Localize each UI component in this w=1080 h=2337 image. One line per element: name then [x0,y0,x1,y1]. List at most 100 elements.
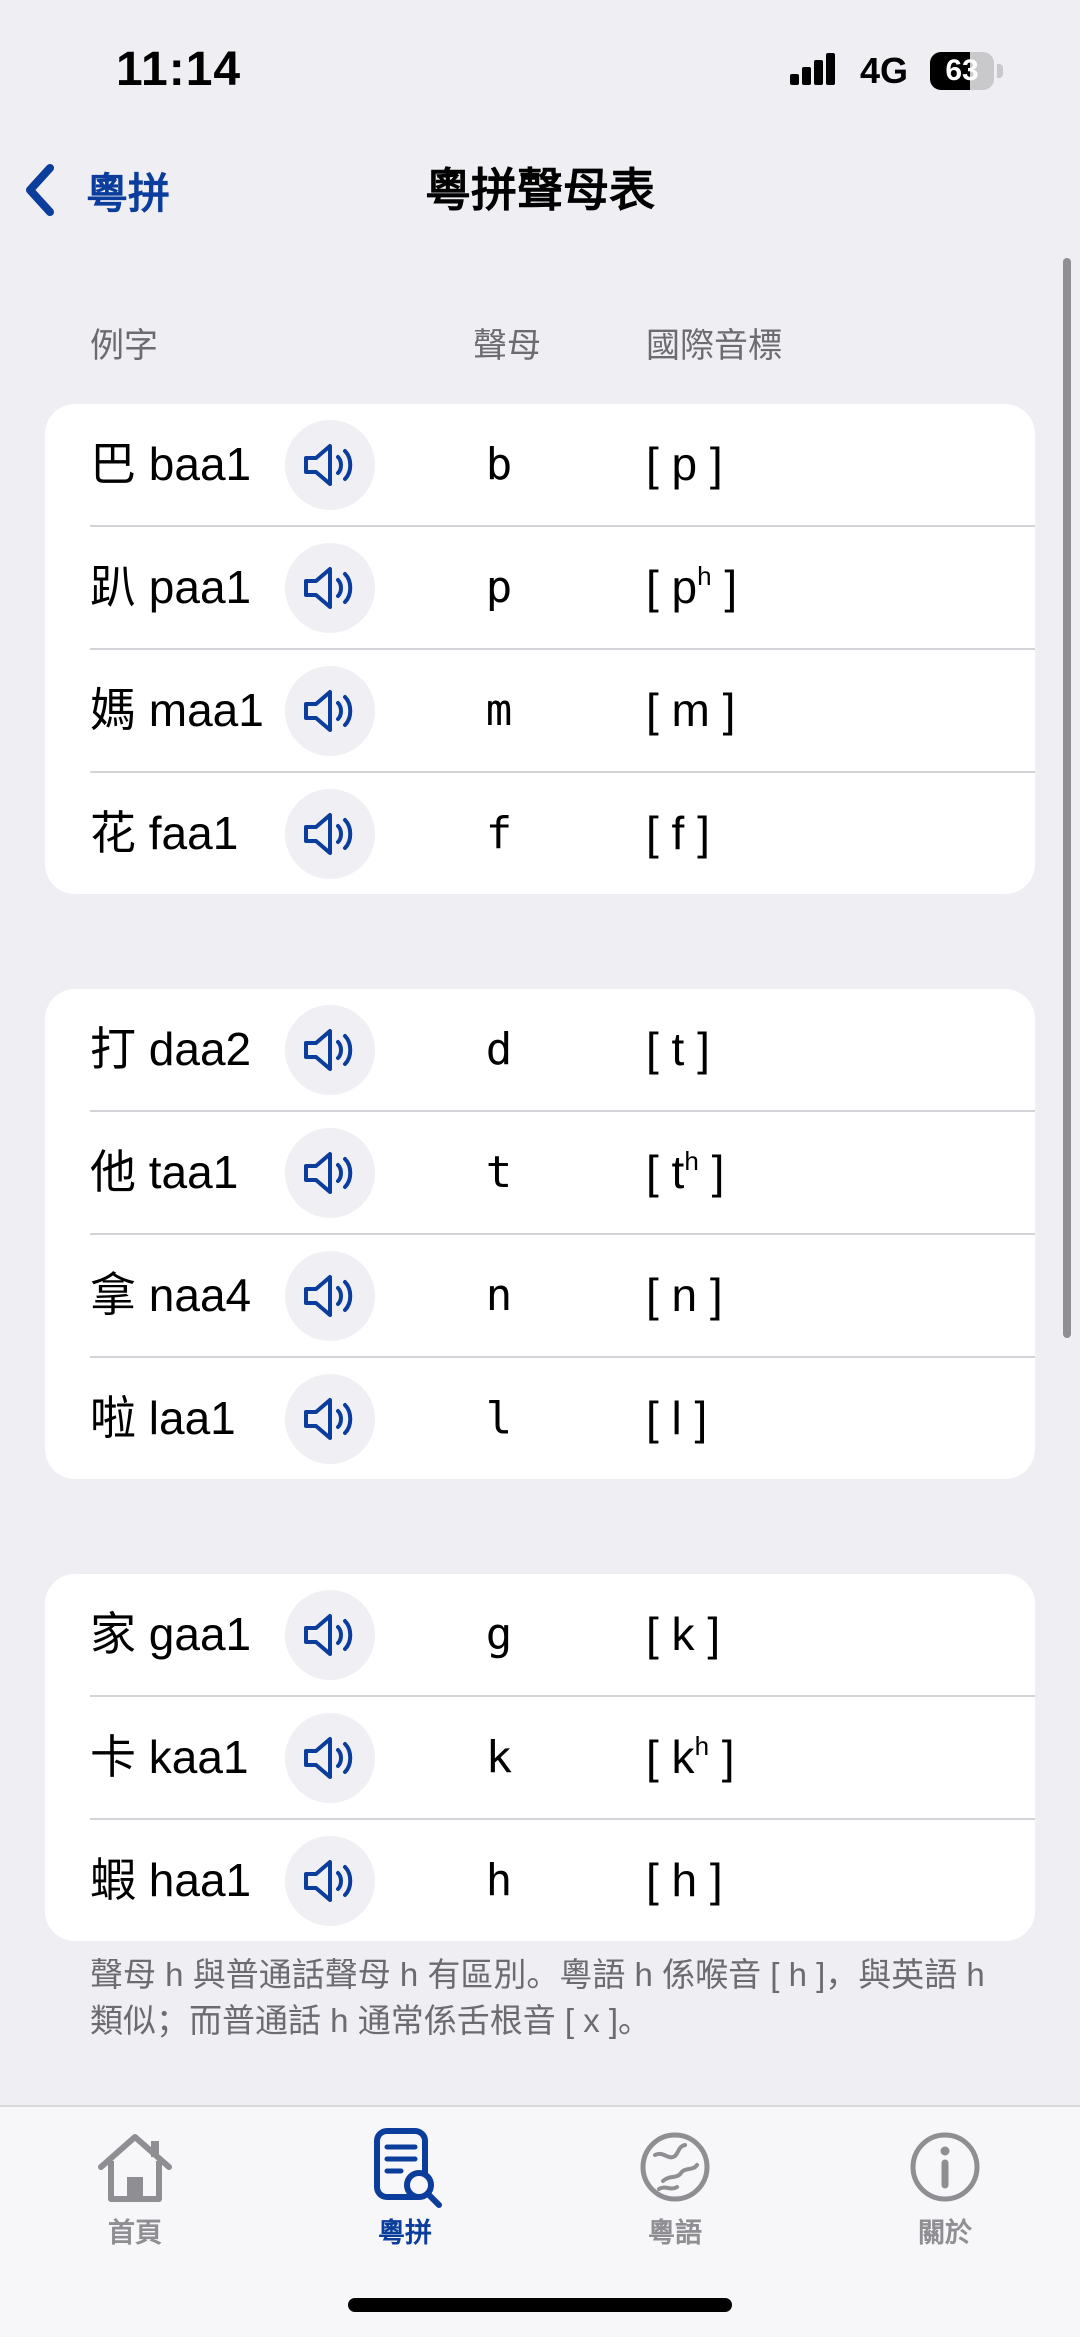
example-word: 媽 maa1 [90,684,264,736]
play-sound-button[interactable] [285,666,375,756]
network-type: 4G [860,50,909,91]
ipa-transcription: [ n ] [646,1235,723,1356]
ipa-text: [ k ] [646,1608,721,1660]
ipa-text: [ t [646,1146,685,1198]
house-icon [98,2134,172,2202]
initial-symbol: n [485,1270,513,1321]
initial-row: 他 taa1 t [ th ] [90,1110,1035,1233]
initial-symbol: p [485,562,513,613]
play-sound-button[interactable] [285,1128,375,1218]
initial-row: 啦 laa1 l [ l ] [90,1356,1035,1479]
tab-home[interactable]: 首頁 [55,2125,215,2250]
speaker-icon [304,1614,353,1656]
example-word: 他 taa1 [90,1146,239,1198]
tab-cantonese[interactable]: 粵語 [595,2125,755,2250]
ipa-transcription: [ h ] [646,1820,723,1941]
play-sound-button[interactable] [285,1251,375,1341]
document-search-icon [374,2128,442,2208]
ipa-text: [ l ] [646,1392,708,1444]
aspiration-mark: h [684,1146,699,1176]
tab-about[interactable]: 關於 [865,2125,1025,2250]
speaker-icon [304,1737,353,1779]
initial-row: 卡 kaa1 k [ kh ] [90,1695,1035,1818]
ipa-close-bracket: ] [711,561,738,613]
example-word: 家 gaa1 [90,1608,252,1660]
screen: 11:14 4G 63 粵拼 粵拼聲母表 例字 聲母 國際音標 巴 baa1 b [… [0,0,1080,2337]
play-sound-button[interactable] [285,1836,375,1926]
home-indicator[interactable] [348,2298,732,2312]
speaker-icon [304,1029,353,1071]
ipa-text: [ p ] [646,438,723,490]
example-word: 卡 kaa1 [90,1731,249,1783]
play-sound-button[interactable] [285,1005,375,1095]
ipa-transcription: [ l ] [646,1358,707,1479]
aspiration-mark: h [694,1731,710,1761]
ipa-transcription: [ ph ] [646,527,737,648]
scrollbar[interactable] [1063,258,1071,1338]
ipa-text: [ f ] [646,807,710,859]
speaker-icon [304,444,353,486]
play-sound-button[interactable] [285,1713,375,1803]
speaker-icon [304,690,353,732]
initial-symbol: g [485,1609,513,1660]
play-sound-button[interactable] [285,1590,375,1680]
ipa-transcription: [ th ] [646,1112,724,1233]
speaker-icon [304,1860,353,1902]
speaker-icon [304,813,353,855]
ipa-text: [ h ] [646,1854,723,1906]
status-bar: 11:14 4G 63 [0,0,1080,150]
ipa-text: [ m ] [646,684,736,736]
tab-cantonese-label: 粵語 [648,2218,702,2248]
ipa-text: [ t ] [646,1023,710,1075]
initial-symbol: f [485,808,513,859]
speaker-icon [304,1275,353,1317]
tab-jyutping-label: 粵拼 [378,2218,432,2248]
ipa-text: [ k [646,1731,695,1783]
initials-group: 巴 baa1 b [ p ] 趴 paa1 p [ ph ] 媽 maa1 m [ m ] 花 f… [45,404,1035,894]
ipa-transcription: [ t ] [646,989,710,1110]
tab-jyutping[interactable]: 粵拼 [325,2125,485,2250]
initial-symbol: m [485,685,513,736]
speaker-icon [304,1152,353,1194]
play-sound-button[interactable] [285,420,375,510]
info-icon [910,2132,980,2202]
initial-row: 趴 paa1 p [ ph ] [90,525,1035,648]
play-sound-button[interactable] [285,1374,375,1464]
tab-home-label: 首頁 [108,2218,162,2248]
speaker-icon [304,567,353,609]
ipa-transcription: [ kh ] [646,1697,735,1818]
status-time: 11:14 [116,43,242,96]
initials-group: 打 daa2 d [ t ] 他 taa1 t [ th ] 拿 naa4 n [ n ] 啦 l… [45,989,1035,1479]
cellular-signal-icon [790,53,835,85]
column-header-initial: 聲母 [473,327,541,365]
initial-symbol: d [485,1024,513,1075]
aspiration-mark: h [697,561,712,591]
footnote: 聲母 h 與普通話聲母 h 有區別。粵語 h 係喉音 [ h ]，與英語 h 類… [90,1956,985,2039]
ipa-close-bracket: ] [698,1146,725,1198]
initial-row: 蝦 haa1 h [ h ] [90,1818,1035,1941]
ipa-text: [ n ] [646,1269,723,1321]
column-header-ipa: 國際音標 [646,327,782,365]
initial-row: 媽 maa1 m [ m ] [90,648,1035,771]
ipa-text: [ p [646,561,698,613]
initial-symbol: h [485,1855,513,1906]
page-title: 粵拼聲母表 [425,164,655,216]
example-word: 打 daa2 [90,1023,252,1075]
initial-symbol: k [485,1732,513,1783]
example-word: 花 faa1 [90,807,239,859]
play-sound-button[interactable] [285,789,375,879]
example-word: 巴 baa1 [90,438,252,490]
example-word: 啦 laa1 [90,1392,236,1444]
initial-row: 花 faa1 f [ f ] [90,771,1035,894]
ipa-transcription: [ f ] [646,773,710,894]
initials-group: 家 gaa1 g[ k ] 卡 kaa1 k[ kh ] 蝦 haa1 h[ h ] [45,1574,1035,1941]
initial-symbol: l [485,1393,513,1444]
initial-symbol: b [485,439,513,490]
battery-icon: 63 [930,52,1006,90]
tab-about-label: 關於 [918,2218,972,2248]
initial-row: 拿 naa4 n [ n ] [90,1233,1035,1356]
globe-icon [640,2132,710,2202]
ipa-transcription: [ k ] [646,1574,720,1695]
speaker-icon [304,1398,353,1440]
play-sound-button[interactable] [285,543,375,633]
